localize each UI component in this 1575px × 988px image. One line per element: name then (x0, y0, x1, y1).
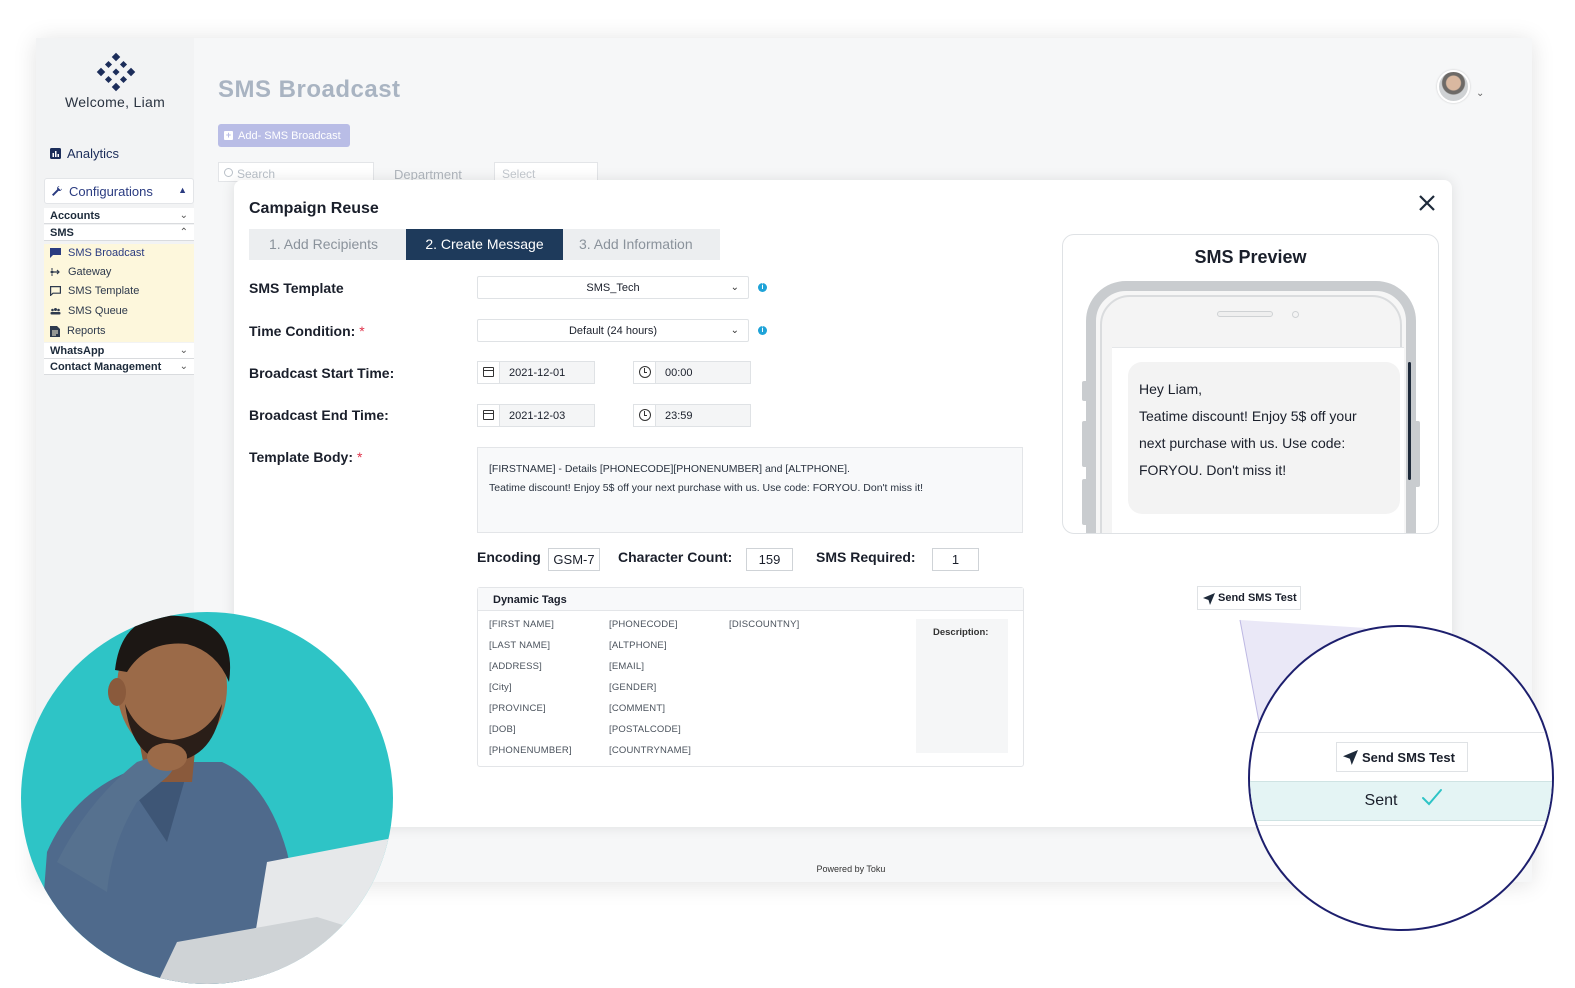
person-photo (21, 612, 393, 984)
divider (1250, 732, 1552, 733)
zoom-magnifier: Send SMS Test Sent (1248, 625, 1554, 931)
send-sms-test-button-zoomed[interactable]: Send SMS Test (1336, 742, 1468, 772)
send-icon (1343, 750, 1358, 765)
send-test-label: Send SMS Test (1362, 750, 1455, 765)
sent-status: Sent (1250, 781, 1552, 821)
check-icon (1422, 789, 1442, 806)
sent-status-text: Sent (1364, 792, 1398, 809)
divider (1250, 825, 1552, 826)
